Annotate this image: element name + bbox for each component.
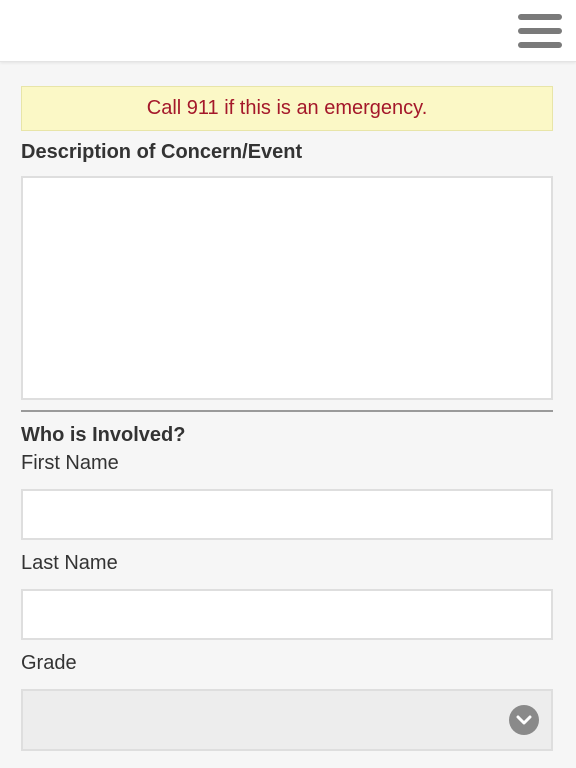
description-label: Description of Concern/Event [21,141,303,163]
menu-line [518,28,562,34]
top-bar [0,0,576,62]
description-textarea[interactable] [21,176,553,400]
report-form: Call 911 if this is an emergency. Descri… [21,86,553,751]
menu-line [518,42,562,48]
menu-line [518,14,562,20]
first-name-input[interactable] [21,489,553,540]
grade-label: Grade [21,652,77,674]
who-involved-heading: Who is Involved? [21,424,186,446]
emergency-alert: Call 911 if this is an emergency. [21,86,553,131]
first-name-label: First Name [21,452,119,474]
hamburger-menu-icon[interactable] [518,14,562,48]
grade-select[interactable] [21,689,553,751]
chevron-down-icon[interactable] [509,705,539,735]
section-divider [21,410,553,412]
last-name-input[interactable] [21,589,553,640]
last-name-label: Last Name [21,552,118,574]
